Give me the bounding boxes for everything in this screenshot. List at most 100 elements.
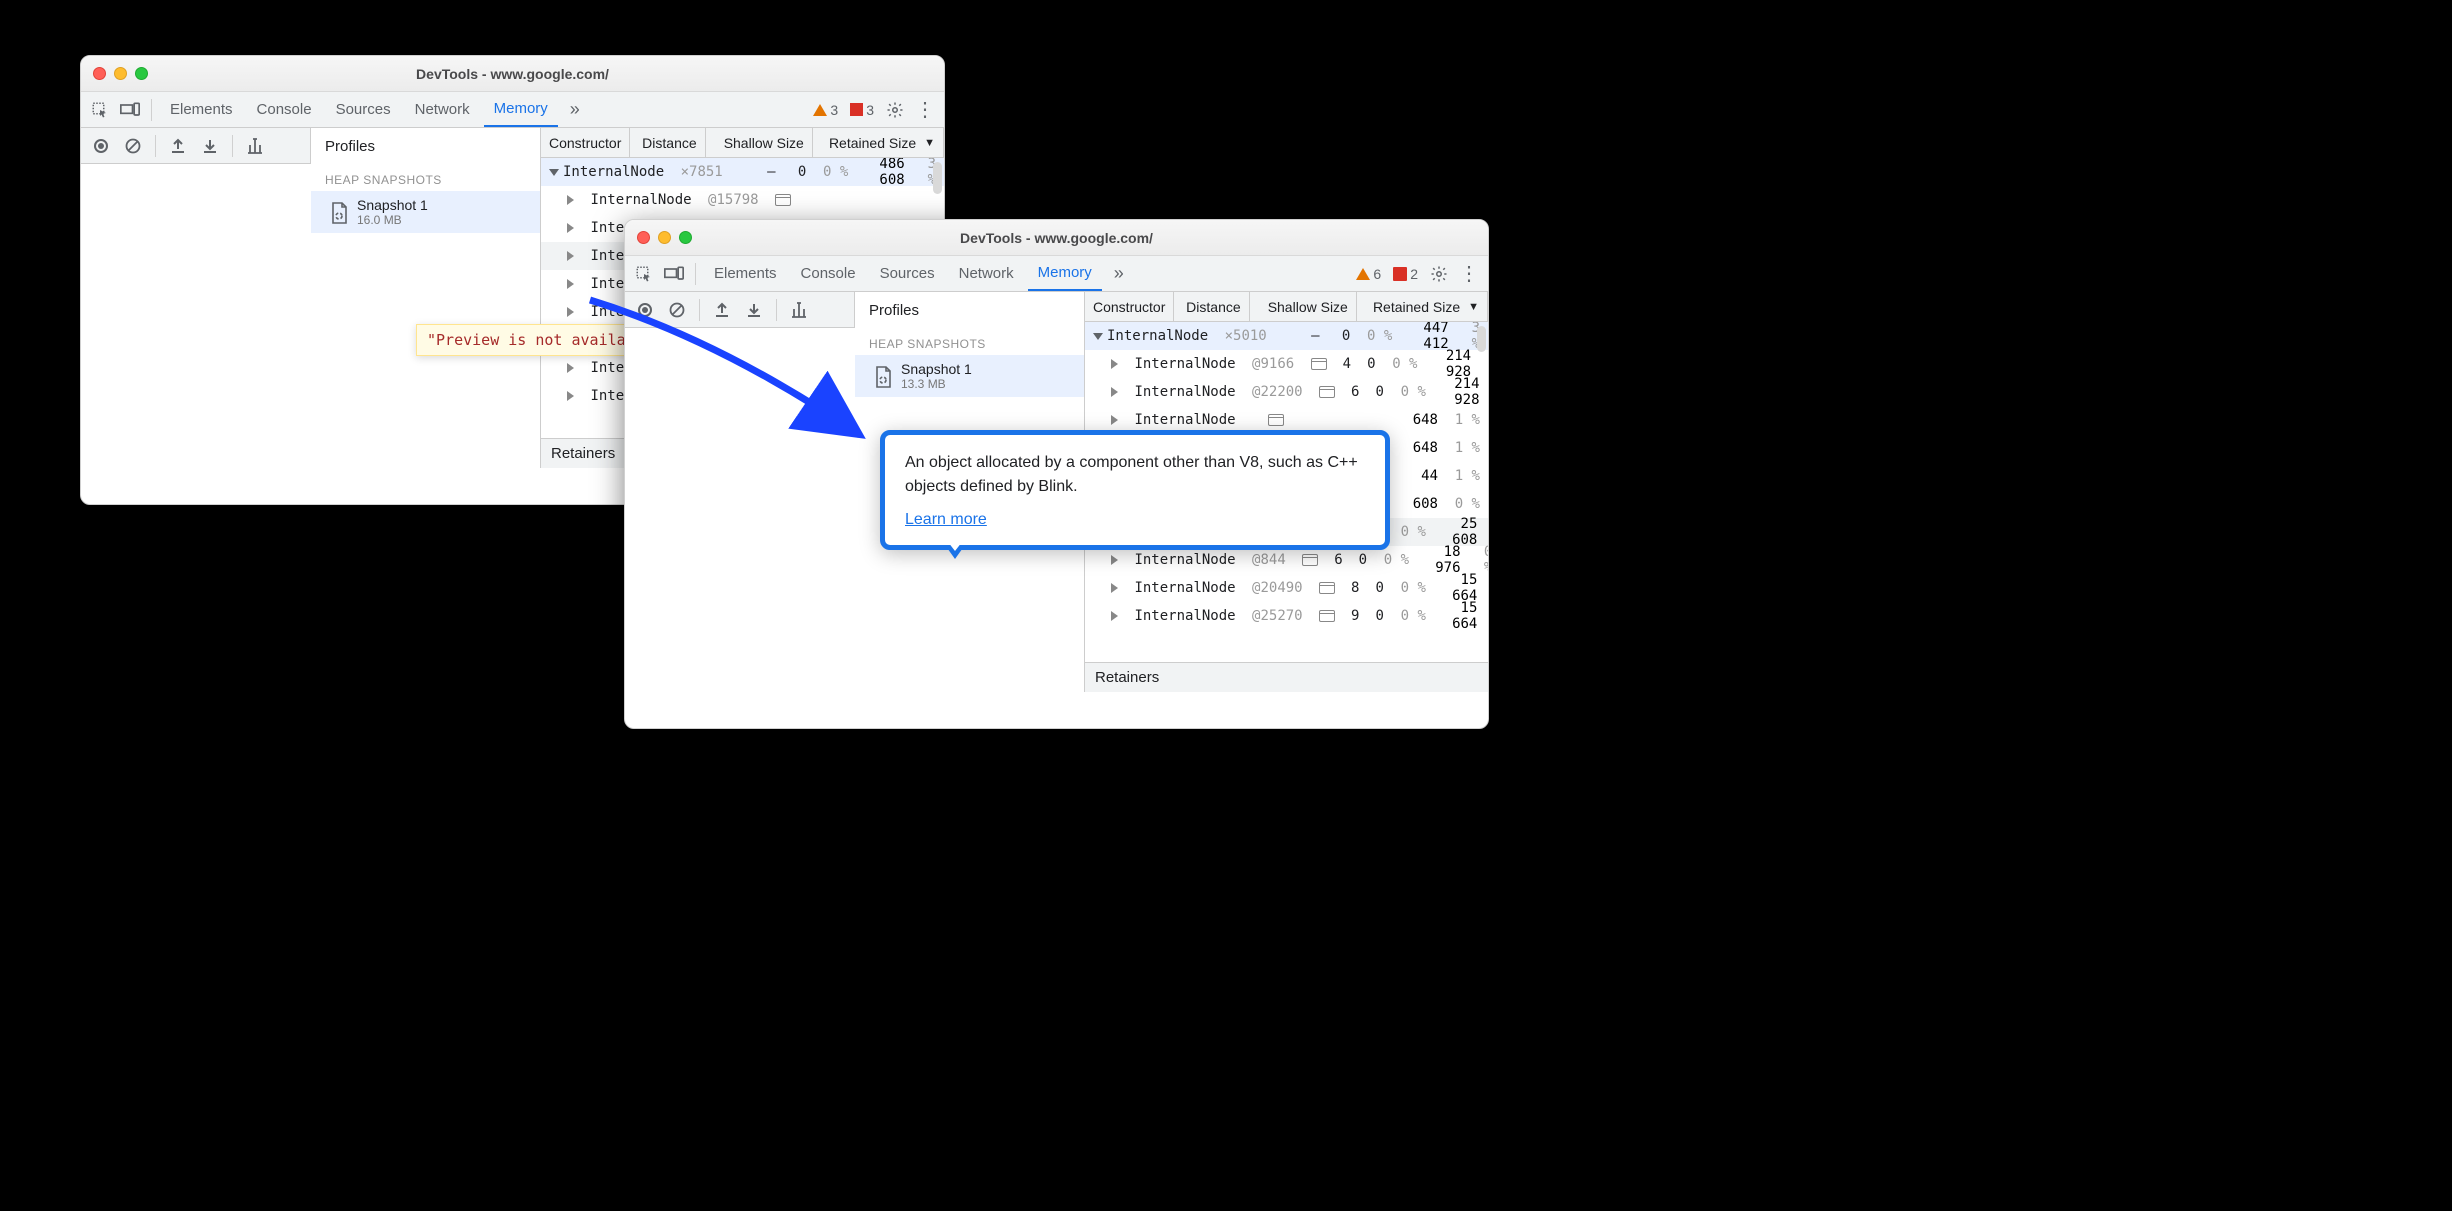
clear-button[interactable] xyxy=(121,134,145,158)
more-tabs-icon[interactable]: » xyxy=(1106,261,1132,287)
chevron-down-icon: ▼ xyxy=(1468,301,1479,313)
expand-icon[interactable] xyxy=(1111,415,1118,425)
element-icon xyxy=(1319,386,1335,398)
shallow-val: 0 xyxy=(1375,384,1383,400)
sidebar-category: HEAP SNAPSHOTS xyxy=(311,165,540,191)
record-button[interactable] xyxy=(89,134,113,158)
kebab-icon[interactable]: ⋮ xyxy=(1456,261,1482,287)
window-title: DevTools - www.google.com/ xyxy=(625,230,1488,246)
table-header: Constructor Distance Shallow Size Retain… xyxy=(541,128,944,158)
expand-icon[interactable] xyxy=(1111,387,1118,397)
load-button[interactable] xyxy=(166,134,190,158)
snapshot-name: Snapshot 1 xyxy=(357,197,428,213)
errors-badge[interactable]: 2 xyxy=(1389,266,1422,282)
error-count: 2 xyxy=(1410,266,1418,282)
retained-val: 648 xyxy=(1413,440,1438,456)
expand-icon[interactable] xyxy=(1111,611,1118,621)
constructor-group-row[interactable]: InternalNode ×7851 – 00 % 486 6083 % xyxy=(541,158,944,186)
object-id: @15798 xyxy=(708,192,759,208)
shallow-pct: 0 % xyxy=(1375,552,1409,568)
col-shallow[interactable]: Shallow Size xyxy=(706,128,813,157)
separator xyxy=(151,99,152,121)
more-tabs-icon[interactable]: » xyxy=(562,97,588,123)
distance-val: – xyxy=(731,164,784,180)
tab-memory[interactable]: Memory xyxy=(484,92,558,127)
instance-row[interactable]: InternalNode @844 600 %18 9760 % xyxy=(1085,546,1488,574)
instance-row[interactable]: InternalNode @15798 xyxy=(541,186,944,214)
inspect-icon[interactable] xyxy=(87,97,113,123)
shallow-pct: 0 % xyxy=(1392,580,1426,596)
tab-memory[interactable]: Memory xyxy=(1028,256,1102,291)
warning-count: 6 xyxy=(1373,266,1381,282)
titlebar[interactable]: DevTools - www.google.com/ xyxy=(81,56,944,92)
save-button[interactable] xyxy=(198,134,222,158)
expand-icon[interactable] xyxy=(1111,555,1118,565)
instance-row[interactable]: InternalNode @20490 800 %15 6640 % xyxy=(1085,574,1488,602)
device-icon[interactable] xyxy=(117,97,143,123)
constructor-name: InternalNode xyxy=(1134,384,1235,400)
constructor-name: InternalNode xyxy=(1107,328,1208,344)
settings-icon[interactable] xyxy=(1426,261,1452,287)
instance-row[interactable]: InternalNode @9166 400 %214 9282 % xyxy=(1085,350,1488,378)
scrollbar[interactable] xyxy=(933,162,942,194)
instance-count: ×5010 xyxy=(1225,328,1267,344)
shallow-pct: 0 % xyxy=(1392,608,1426,624)
titlebar[interactable]: DevTools - www.google.com/ xyxy=(625,220,1488,256)
kebab-icon[interactable]: ⋮ xyxy=(912,97,938,123)
settings-icon[interactable] xyxy=(882,97,908,123)
gc-button[interactable] xyxy=(243,134,267,158)
retainers-panel-header[interactable]: Retainers xyxy=(1085,662,1488,692)
shallow-val: 0 xyxy=(798,164,806,180)
expand-icon[interactable] xyxy=(567,223,574,233)
expand-icon[interactable] xyxy=(567,251,574,261)
constructor-name: InternalNode xyxy=(1134,412,1235,428)
tabbar: Elements Console Sources Network Memory … xyxy=(81,92,944,128)
retained-val: 214 928 xyxy=(1442,376,1480,408)
col-distance[interactable]: Distance xyxy=(630,128,705,157)
learn-more-link[interactable]: Learn more xyxy=(905,511,987,528)
warnings-badge[interactable]: 3 xyxy=(809,102,842,118)
col-shallow[interactable]: Shallow Size xyxy=(1250,292,1357,321)
constructor-group-row[interactable]: InternalNode ×5010 – 00 % 447 4123 % xyxy=(1085,322,1488,350)
errors-badge[interactable]: 3 xyxy=(846,102,878,118)
shallow-pct: 0 % xyxy=(814,164,848,180)
expand-icon[interactable] xyxy=(1111,583,1118,593)
instance-row[interactable]: InternalNode @22200 600 %214 9282 % xyxy=(1085,378,1488,406)
col-constructor[interactable]: Constructor xyxy=(1085,292,1174,321)
col-constructor[interactable]: Constructor xyxy=(541,128,630,157)
constructor-name: InternalNode xyxy=(1134,552,1235,568)
window-title: DevTools - www.google.com/ xyxy=(81,66,944,82)
tab-network[interactable]: Network xyxy=(949,256,1024,291)
expand-icon[interactable] xyxy=(1093,333,1103,340)
expand-icon[interactable] xyxy=(567,195,574,205)
retained-pct: 1 % xyxy=(1446,412,1480,428)
scrollbar[interactable] xyxy=(1477,326,1486,352)
shallow-val: 0 xyxy=(1359,552,1367,568)
instance-row[interactable]: InternalNode @25270 900 %15 6640 % xyxy=(1085,602,1488,630)
shallow-pct: 0 % xyxy=(1358,328,1392,344)
shallow-pct: 0 % xyxy=(1392,384,1426,400)
retained-val: 15 664 xyxy=(1442,600,1477,632)
shallow-val: 0 xyxy=(1342,328,1350,344)
tab-network[interactable]: Network xyxy=(405,92,480,127)
distance-val: 6 xyxy=(1343,384,1367,400)
col-retained[interactable]: Retained Size▼ xyxy=(1357,292,1488,321)
expand-icon[interactable] xyxy=(549,169,559,176)
info-popover: An object allocated by a component other… xyxy=(880,430,1390,550)
snapshot-name: Snapshot 1 xyxy=(901,361,972,377)
element-icon xyxy=(1311,358,1327,370)
tab-elements[interactable]: Elements xyxy=(160,92,243,127)
retained-pct: 1 % xyxy=(1446,440,1480,456)
object-id: @9166 xyxy=(1252,356,1294,372)
tab-console[interactable]: Console xyxy=(247,92,322,127)
tab-sources[interactable]: Sources xyxy=(326,92,401,127)
warning-count: 3 xyxy=(830,102,838,118)
warnings-badge[interactable]: 6 xyxy=(1352,266,1385,282)
col-distance[interactable]: Distance xyxy=(1174,292,1249,321)
retained-pct: 0 % xyxy=(1485,600,1488,632)
col-retained[interactable]: Retained Size▼ xyxy=(813,128,944,157)
error-count: 3 xyxy=(866,102,874,118)
expand-icon[interactable] xyxy=(1111,359,1118,369)
sidebar: Profiles HEAP SNAPSHOTS Snapshot 1 16.0 … xyxy=(311,128,541,468)
snapshot-item[interactable]: Snapshot 1 16.0 MB xyxy=(311,191,540,233)
